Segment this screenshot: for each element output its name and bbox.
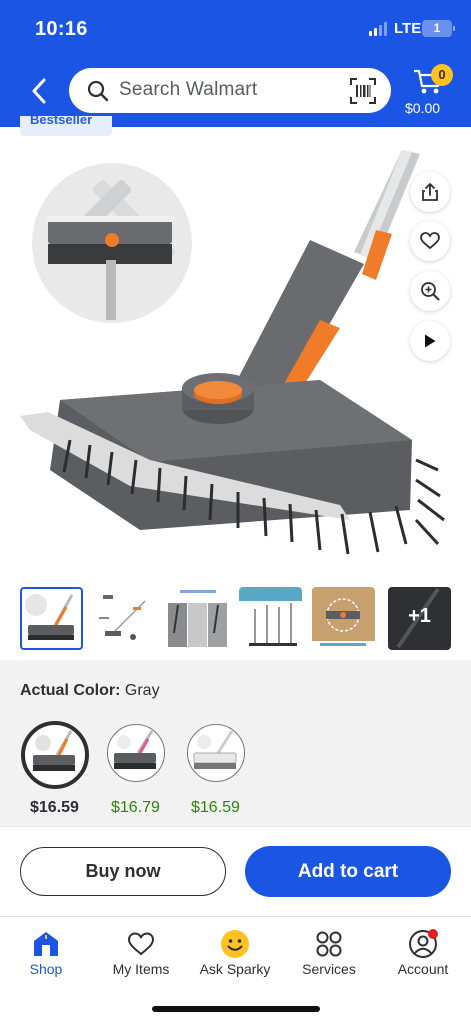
zoom-icon [421,282,440,301]
thumbnail-5[interactable] [312,587,375,650]
color-value: Gray [124,682,160,699]
variant-swatch-1[interactable] [21,721,89,789]
battery-level: 1 [433,21,441,35]
bestseller-label: Bestseller [30,116,93,127]
variant-swatch-3[interactable] [187,724,245,782]
variant-price-1: $16.59 [30,799,79,816]
thumbnail-1[interactable] [20,587,83,650]
tab-ask-sparky[interactable]: Ask Sparky [195,917,275,987]
heart-icon [127,932,155,956]
app-header: 10:16 LTE 1 Search Walmart 0 $0.00 [0,0,471,127]
heart-icon [420,232,440,250]
variant-price-2: $16.79 [111,799,160,816]
battery-icon: 1 [422,20,455,37]
network-label: LTE [394,20,422,37]
buy-now-button[interactable]: Buy now [20,847,226,896]
status-time: 10:16 [35,18,88,40]
tab-account[interactable]: Account [388,917,458,987]
thumbnail-strip: +1 [20,587,451,651]
cart-total: $0.00 [405,100,441,116]
home-indicator[interactable] [152,1006,320,1012]
shop-icon [34,932,58,956]
share-icon [422,183,438,201]
play-icon [425,334,436,348]
favorite-button[interactable] [410,221,450,261]
signal-icon [369,22,387,36]
thumbnail-3[interactable] [166,587,229,650]
variant-options: Actual Color: Gray $16.59 $16.79 $16.59 [0,660,471,826]
services-grid-icon [316,931,342,957]
tab-services-label: Services [302,961,356,977]
tab-shop-label: Shop [29,961,63,977]
tab-my-items-label: My Items [112,961,170,977]
barcode-scan-icon[interactable] [349,77,377,105]
add-to-cart-button[interactable]: Add to cart [245,846,451,897]
tab-account-label: Account [397,961,449,977]
actual-color-label: Actual Color: Gray [20,682,160,700]
variant-price-3: $16.59 [191,799,240,816]
back-button[interactable] [22,72,56,110]
share-button[interactable] [410,172,450,212]
search-icon [87,80,109,102]
tab-my-items[interactable]: My Items [104,917,178,987]
search-placeholder: Search Walmart [119,79,258,100]
color-label: Actual Color: [20,682,121,699]
status-bar: 10:16 LTE 1 [0,0,471,58]
more-thumbnails-count: +1 [408,605,431,627]
cart-button[interactable]: 0 $0.00 [403,64,455,120]
tab-services[interactable]: Services [293,917,365,987]
scrub-brush-illustration [20,150,445,555]
tab-ask-sparky-label: Ask Sparky [199,961,271,977]
thumbnail-4[interactable] [239,587,302,650]
variant-swatch-2[interactable] [107,724,165,782]
bestseller-badge: Bestseller [20,116,112,136]
bottom-tab-bar: Shop My Items Ask Sparky Services Accoun… [0,916,471,1020]
purchase-actions: Buy now Add to cart [0,826,471,916]
zoom-button[interactable] [410,271,450,311]
thumbnail-2[interactable] [93,587,156,650]
product-image[interactable] [20,140,451,580]
play-video-button[interactable] [410,321,450,361]
search-input[interactable]: Search Walmart [69,68,391,113]
notification-dot [428,929,438,939]
tab-shop[interactable]: Shop [11,917,81,987]
thumbnail-more[interactable]: +1 [388,587,451,650]
cart-count-badge: 0 [431,64,453,86]
sparky-icon [221,930,249,958]
back-icon [32,78,46,104]
account-icon [409,929,438,958]
